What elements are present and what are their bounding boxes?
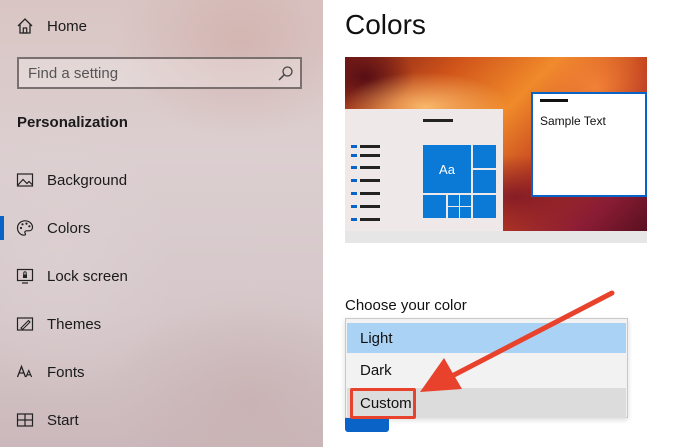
home-nav-item[interactable]: Home bbox=[0, 6, 323, 46]
tile bbox=[460, 195, 471, 206]
find-setting-search[interactable]: Find a setting bbox=[17, 57, 302, 89]
tile bbox=[448, 207, 459, 218]
tile bbox=[423, 195, 446, 218]
sidebar-item-label: Lock screen bbox=[47, 267, 128, 285]
custom-highlight-box bbox=[350, 388, 416, 419]
option-light[interactable]: Light bbox=[347, 323, 626, 353]
option-label: Dark bbox=[360, 362, 392, 379]
sidebar-item-background[interactable]: Background bbox=[0, 160, 323, 200]
option-label: Light bbox=[360, 330, 393, 347]
start-icon bbox=[16, 413, 34, 427]
home-label: Home bbox=[47, 17, 88, 35]
sidebar-item-label: Themes bbox=[47, 315, 102, 333]
start-menu-preview: Aa bbox=[345, 109, 503, 231]
sidebar-item-label: Background bbox=[47, 171, 128, 189]
accent-toggle-partial bbox=[345, 418, 389, 432]
settings-sidebar: Home Find a setting Personalization Back… bbox=[0, 0, 323, 447]
option-dark[interactable]: Dark bbox=[347, 355, 626, 385]
section-title: Personalization bbox=[17, 114, 128, 131]
tile bbox=[473, 195, 496, 218]
choose-color-label: Choose your color bbox=[345, 297, 467, 314]
tile bbox=[473, 170, 496, 193]
sample-title-bar bbox=[540, 99, 568, 102]
sidebar-item-start[interactable]: Start bbox=[0, 400, 323, 440]
tile bbox=[460, 207, 471, 218]
search-placeholder: Find a setting bbox=[28, 65, 119, 82]
sidebar-item-label: Colors bbox=[47, 219, 91, 237]
sidebar-item-themes[interactable]: Themes bbox=[0, 304, 323, 344]
tile bbox=[448, 195, 459, 206]
fonts-icon bbox=[16, 364, 33, 378]
theme-preview: Aa Sample Text bbox=[345, 57, 647, 243]
colors-page: Colors Aa Sample Text Choose your color … bbox=[323, 0, 680, 447]
lock-screen-icon bbox=[16, 268, 34, 284]
sidebar-item-lock-screen[interactable]: Lock screen bbox=[0, 256, 323, 296]
home-icon bbox=[17, 18, 33, 34]
themes-icon bbox=[16, 317, 34, 331]
sidebar-item-colors[interactable]: Colors bbox=[0, 208, 323, 248]
palette-icon bbox=[16, 220, 34, 236]
tile bbox=[473, 145, 496, 168]
sample-text: Sample Text bbox=[540, 114, 606, 128]
tile-aa: Aa bbox=[423, 145, 471, 193]
page-title: Colors bbox=[345, 9, 426, 40]
sample-window: Sample Text bbox=[531, 92, 647, 197]
search-icon[interactable] bbox=[277, 65, 294, 82]
sidebar-item-label: Fonts bbox=[47, 363, 85, 381]
image-icon bbox=[16, 173, 34, 187]
sidebar-item-label: Start bbox=[47, 411, 79, 429]
sidebar-item-fonts[interactable]: Fonts bbox=[0, 352, 323, 392]
